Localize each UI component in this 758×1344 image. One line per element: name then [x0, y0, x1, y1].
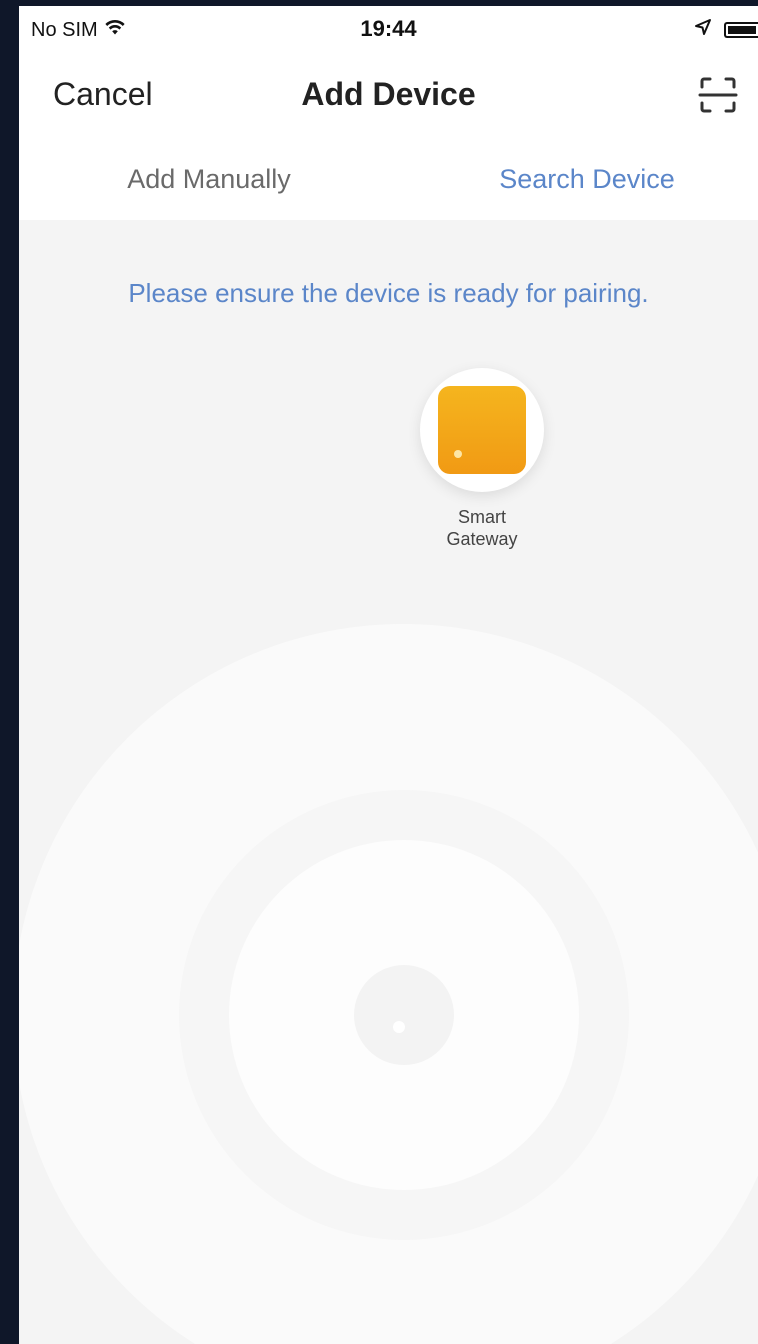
scan-button[interactable] [695, 74, 741, 120]
radar-center-dot [393, 1021, 405, 1033]
scan-icon [698, 75, 738, 120]
cancel-button[interactable]: Cancel [53, 76, 153, 113]
tab-search-device[interactable]: Search Device [437, 164, 737, 195]
page-title-text: Add Device [301, 76, 476, 112]
device-label: Smart Gateway [446, 507, 518, 549]
status-bar: No SIM 19:44 [19, 6, 758, 52]
header: No SIM 19:44 Cancel Add Device Add Manua… [19, 6, 758, 220]
found-device-smart-gateway[interactable] [420, 368, 544, 492]
gateway-icon [438, 386, 526, 474]
app-screen: No SIM 19:44 Cancel Add Device Add Manua… [19, 6, 758, 1344]
tab-add-manually[interactable]: Add Manually [59, 164, 359, 195]
location-arrow-icon [694, 18, 712, 41]
status-right [694, 18, 758, 41]
battery-icon [724, 21, 758, 38]
pairing-hint: Please ensure the device is ready for pa… [128, 278, 649, 308]
device-frame: No SIM 19:44 Cancel Add Device Add Manua… [0, 0, 758, 1344]
status-time: 19:44 [360, 16, 417, 41]
radar-core [354, 965, 454, 1065]
gateway-led [454, 450, 462, 458]
